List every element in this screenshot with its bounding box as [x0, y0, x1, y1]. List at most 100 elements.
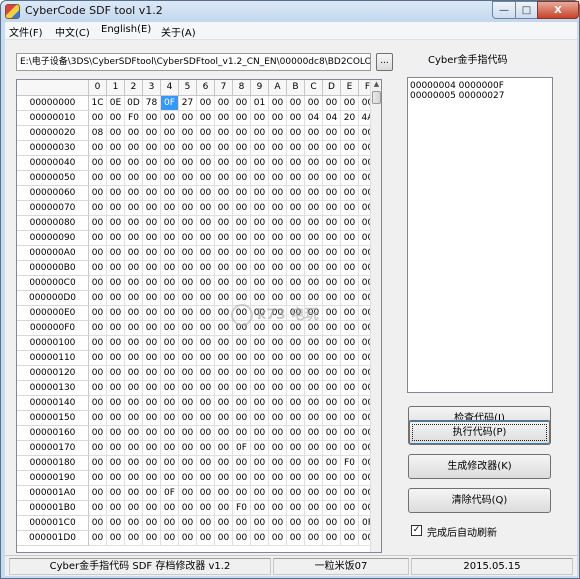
hex-byte-cell[interactable]: 00 [125, 336, 143, 351]
menu-file[interactable]: 文件(F) [9, 24, 43, 39]
hex-byte-cell[interactable]: 00 [323, 96, 341, 111]
hex-byte-cell[interactable]: 00 [89, 486, 107, 501]
hex-byte-cell[interactable]: 00 [107, 351, 125, 366]
hex-byte-cell[interactable]: 00 [287, 96, 305, 111]
hex-byte-cell[interactable]: 00 [197, 306, 215, 321]
hex-byte-cell[interactable]: 00 [107, 396, 125, 411]
hex-byte-cell[interactable]: 00 [287, 111, 305, 126]
hex-byte-cell[interactable]: 00 [125, 426, 143, 441]
hex-byte-cell[interactable]: 00 [323, 456, 341, 471]
execute-code-button[interactable]: 执行代码(P) [408, 420, 551, 445]
hex-byte-cell[interactable]: 00 [251, 216, 269, 231]
hex-byte-cell[interactable]: 00 [269, 246, 287, 261]
hex-byte-cell[interactable]: 00 [215, 456, 233, 471]
hex-byte-cell[interactable]: 00 [143, 111, 161, 126]
hex-byte-cell[interactable]: 00 [143, 471, 161, 486]
hex-byte-cell[interactable]: 00 [305, 126, 323, 141]
hex-byte-cell[interactable]: 00 [89, 261, 107, 276]
hex-byte-cell[interactable]: 00 [107, 201, 125, 216]
hex-byte-cell[interactable]: 00 [287, 411, 305, 426]
hex-byte-cell[interactable]: 00 [233, 111, 251, 126]
hex-byte-cell[interactable]: 00 [251, 186, 269, 201]
hex-byte-cell[interactable]: 00 [215, 501, 233, 516]
hex-byte-cell[interactable]: 00 [269, 111, 287, 126]
hex-byte-cell[interactable]: 00 [233, 231, 251, 246]
hex-byte-cell[interactable]: 00 [107, 516, 125, 531]
hex-byte-cell[interactable]: 00 [107, 471, 125, 486]
hex-byte-cell[interactable]: 00 [269, 486, 287, 501]
hex-byte-cell[interactable]: 00 [179, 126, 197, 141]
hex-byte-cell[interactable]: 00 [269, 366, 287, 381]
hex-byte-cell[interactable]: 00 [251, 456, 269, 471]
hex-byte-cell[interactable]: 00 [323, 531, 341, 546]
hex-byte-cell[interactable]: 00 [305, 141, 323, 156]
hex-byte-cell[interactable]: 00 [161, 246, 179, 261]
hex-byte-cell[interactable]: 00 [287, 186, 305, 201]
hex-byte-cell[interactable]: 00 [143, 531, 161, 546]
hex-byte-cell[interactable]: 00 [89, 276, 107, 291]
hex-byte-cell[interactable]: 00 [323, 201, 341, 216]
hex-byte-cell[interactable]: 00 [89, 321, 107, 336]
hex-byte-cell[interactable]: 00 [233, 276, 251, 291]
hex-byte-cell[interactable]: 00 [215, 336, 233, 351]
hex-byte-cell[interactable]: 00 [251, 426, 269, 441]
hex-byte-cell[interactable]: 00 [197, 426, 215, 441]
hex-byte-cell[interactable]: 00 [125, 291, 143, 306]
hex-byte-cell[interactable]: 00 [251, 111, 269, 126]
hex-byte-cell[interactable]: 00 [197, 486, 215, 501]
hex-byte-cell[interactable]: 00 [143, 216, 161, 231]
hex-byte-cell[interactable]: 00 [125, 276, 143, 291]
hex-byte-cell[interactable]: 00 [323, 336, 341, 351]
hex-byte-cell[interactable]: 00 [143, 156, 161, 171]
hex-byte-cell[interactable]: 00 [179, 321, 197, 336]
hex-byte-cell[interactable]: 00 [233, 171, 251, 186]
hex-byte-cell[interactable]: 00 [89, 456, 107, 471]
hex-byte-cell[interactable]: 00 [125, 201, 143, 216]
hex-byte-cell[interactable]: 00 [233, 246, 251, 261]
hex-byte-cell[interactable]: 00 [107, 441, 125, 456]
hex-byte-cell[interactable]: 00 [107, 126, 125, 141]
hex-byte-cell[interactable]: 00 [323, 276, 341, 291]
hex-byte-cell[interactable]: 00 [305, 366, 323, 381]
code-list-textarea[interactable]: 00000004 0000000F 00000005 00000027 [407, 77, 553, 393]
hex-byte-cell[interactable]: 00 [125, 141, 143, 156]
hex-byte-cell[interactable]: 00 [341, 396, 359, 411]
hex-byte-cell[interactable]: 00 [125, 471, 143, 486]
hex-byte-cell[interactable]: F0 [341, 456, 359, 471]
hex-byte-cell[interactable]: 00 [89, 351, 107, 366]
hex-byte-cell[interactable]: 00 [179, 291, 197, 306]
hex-byte-cell[interactable]: 00 [197, 111, 215, 126]
hex-byte-cell[interactable]: 00 [197, 171, 215, 186]
browse-button[interactable]: ... [376, 53, 393, 71]
hex-byte-cell[interactable]: 00 [107, 216, 125, 231]
close-button[interactable]: X [537, 1, 579, 19]
hex-byte-cell[interactable]: 04 [323, 111, 341, 126]
hex-byte-cell[interactable]: 00 [341, 501, 359, 516]
hex-byte-cell[interactable]: 00 [179, 261, 197, 276]
hex-byte-cell[interactable]: 00 [341, 141, 359, 156]
hex-byte-cell[interactable]: 00 [215, 396, 233, 411]
hex-byte-cell[interactable]: 00 [143, 486, 161, 501]
hex-byte-cell[interactable]: 08 [89, 126, 107, 141]
hex-byte-cell[interactable]: 00 [269, 231, 287, 246]
hex-byte-cell[interactable]: 00 [107, 456, 125, 471]
hex-byte-cell[interactable]: 00 [161, 336, 179, 351]
hex-byte-cell[interactable]: 00 [161, 351, 179, 366]
hex-byte-cell[interactable]: 00 [341, 486, 359, 501]
hex-byte-cell[interactable]: 00 [125, 486, 143, 501]
hex-byte-cell[interactable]: 00 [107, 381, 125, 396]
hex-byte-cell[interactable]: 00 [233, 471, 251, 486]
hex-byte-cell[interactable]: 00 [125, 516, 143, 531]
hex-byte-cell[interactable]: 00 [89, 141, 107, 156]
hex-byte-cell[interactable]: 00 [179, 231, 197, 246]
menu-chinese[interactable]: 中文(C) [55, 24, 90, 39]
hex-byte-cell[interactable]: 27 [179, 96, 197, 111]
minimize-button[interactable]: — [492, 1, 516, 19]
hex-byte-cell[interactable]: 00 [251, 441, 269, 456]
hex-byte-cell[interactable]: 00 [197, 201, 215, 216]
clear-code-button[interactable]: 清除代码(Q) [408, 488, 551, 513]
hex-byte-cell[interactable]: 00 [215, 351, 233, 366]
hex-byte-cell[interactable]: 00 [233, 426, 251, 441]
hex-byte-cell[interactable]: 00 [215, 486, 233, 501]
hex-byte-cell[interactable]: 00 [305, 171, 323, 186]
